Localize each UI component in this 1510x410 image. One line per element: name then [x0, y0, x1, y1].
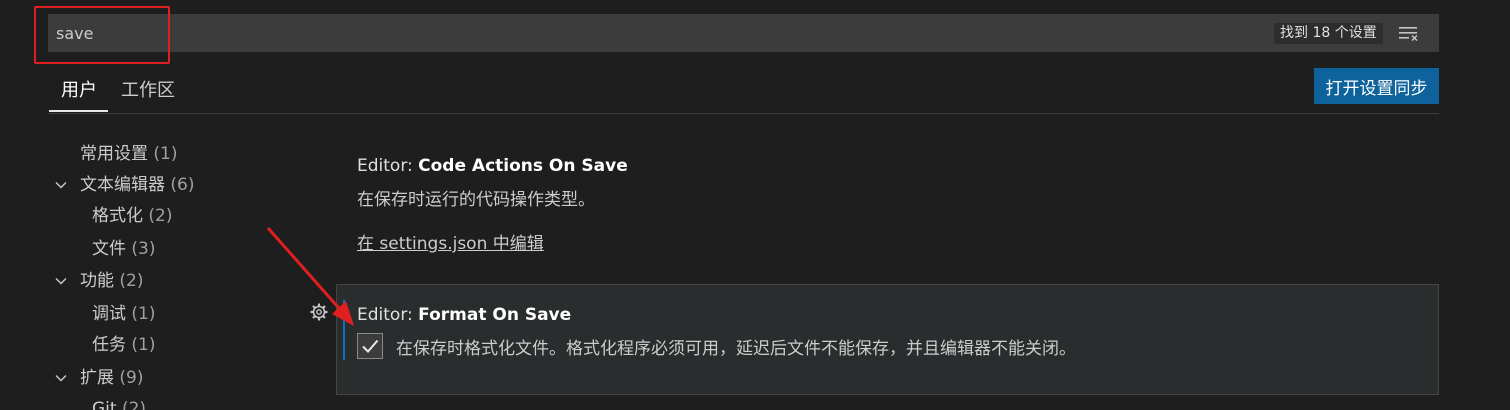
focus-indicator	[343, 300, 345, 360]
setting-category: Editor:	[357, 305, 419, 325]
chevron-down-icon	[55, 277, 67, 285]
tabs-divider	[49, 113, 1439, 114]
toc-item-label: 文件	[92, 239, 126, 259]
chevron-down-icon	[55, 181, 67, 189]
toc-item-files[interactable]: 文件 (3)	[92, 236, 156, 262]
setting-description: 在保存时格式化文件。格式化程序必须可用，延迟后文件不能保存，并且编辑器不能关闭。	[396, 339, 1076, 359]
toc-item-count: (2)	[148, 206, 173, 226]
toc-item-formatting[interactable]: 格式化 (2)	[92, 203, 173, 229]
toc-item-extensions[interactable]: 扩展 (9)	[55, 365, 144, 391]
toc-item-label: 调试	[92, 304, 126, 324]
search-result-count: 找到 18 个设置	[1274, 23, 1383, 44]
edit-in-settings-json-link[interactable]: 在 settings.json 中编辑	[357, 229, 544, 254]
toc-item-count: (9)	[119, 368, 144, 388]
toc-item-features[interactable]: 功能 (2)	[55, 268, 144, 294]
search-bar: 找到 18 个设置	[48, 14, 1439, 52]
toc-item-label: 扩展	[80, 368, 114, 388]
turn-on-settings-sync-button[interactable]: 打开设置同步	[1314, 68, 1439, 104]
chevron-down-icon	[55, 374, 67, 382]
toc-item-label: 常用设置	[80, 144, 148, 164]
settings-editor: 找到 18 个设置 用户 工作区 打开设置同步 常用设置 (1) 文本编辑器 (…	[0, 0, 1510, 410]
active-tab-indicator	[49, 110, 108, 112]
toc-item-text-editor[interactable]: 文本编辑器 (6)	[55, 172, 195, 198]
check-icon	[362, 339, 379, 353]
toc-item-label: 格式化	[92, 206, 143, 226]
setting-name: Format On Save	[418, 305, 572, 325]
tab-user[interactable]: 用户	[61, 80, 97, 114]
toc-item-count: (3)	[131, 239, 156, 259]
toc-item-label: 文本编辑器	[80, 175, 165, 195]
setting-name: Code Actions On Save	[418, 156, 628, 176]
toc-item-count: (1)	[153, 144, 178, 164]
toc-item-tasks[interactable]: 任务 (1)	[92, 332, 156, 358]
toc-item-count: (1)	[131, 304, 156, 324]
tab-workspace[interactable]: 工作区	[121, 80, 175, 114]
toc-item-count: (2)	[121, 399, 147, 410]
toc-item-label: Git	[92, 399, 117, 410]
setting-category: Editor:	[357, 156, 419, 176]
toc-item-debug[interactable]: 调试 (1)	[92, 301, 156, 327]
toc-item-count: (6)	[170, 175, 195, 195]
setting-title-code-actions-on-save: Editor: Code Actions On Save	[357, 156, 628, 176]
search-input[interactable]	[56, 14, 656, 52]
toc-item-count: (1)	[131, 335, 156, 355]
toc-item-count: (2)	[119, 271, 144, 291]
format-on-save-checkbox[interactable]	[357, 333, 383, 359]
toc-item-git[interactable]: Git (2)	[92, 396, 146, 410]
setting-title-format-on-save: Editor: Format On Save	[357, 305, 571, 325]
toc-item-label: 功能	[80, 271, 114, 291]
toc-item-commonly-used[interactable]: 常用设置 (1)	[80, 141, 178, 167]
setting-description: 在保存时运行的代码操作类型。	[357, 190, 595, 210]
gear-icon[interactable]	[309, 302, 329, 322]
filter-list-icon[interactable]	[1397, 22, 1421, 44]
toc-item-label: 任务	[92, 335, 126, 355]
